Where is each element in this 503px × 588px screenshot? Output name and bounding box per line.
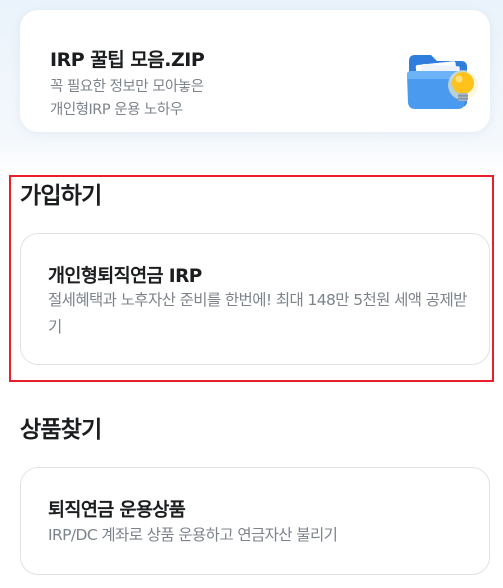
tips-card-desc-line2: 개인형IRP 운용 노하우 xyxy=(50,102,183,118)
products-section-title: 상품찾기 xyxy=(20,417,102,443)
pension-products-card-title: 퇴직연금 운용상품 xyxy=(48,500,186,521)
pension-products-card[interactable]: 퇴직연금 운용상품 IRP/DC 계좌로 상품 운용하고 연금자산 불리기 xyxy=(20,467,490,575)
irp-tips-card[interactable]: IRP 꿀팁 모음.ZIP 꼭 필요한 정보만 모아놓은 개인형IRP 운용 노… xyxy=(20,10,490,132)
tips-card-title: IRP 꿀팁 모음.ZIP xyxy=(50,49,205,71)
tips-card-description: 꼭 필요한 정보만 모아놓은 개인형IRP 운용 노하우 xyxy=(50,76,204,122)
pension-products-card-description: IRP/DC 계좌로 상품 운용하고 연금자산 불리기 xyxy=(48,526,338,544)
tips-card-desc-line1: 꼭 필요한 정보만 모아놓은 xyxy=(50,79,204,95)
highlight-annotation-box xyxy=(9,175,494,382)
folder-lightbulb-icon xyxy=(407,55,478,109)
